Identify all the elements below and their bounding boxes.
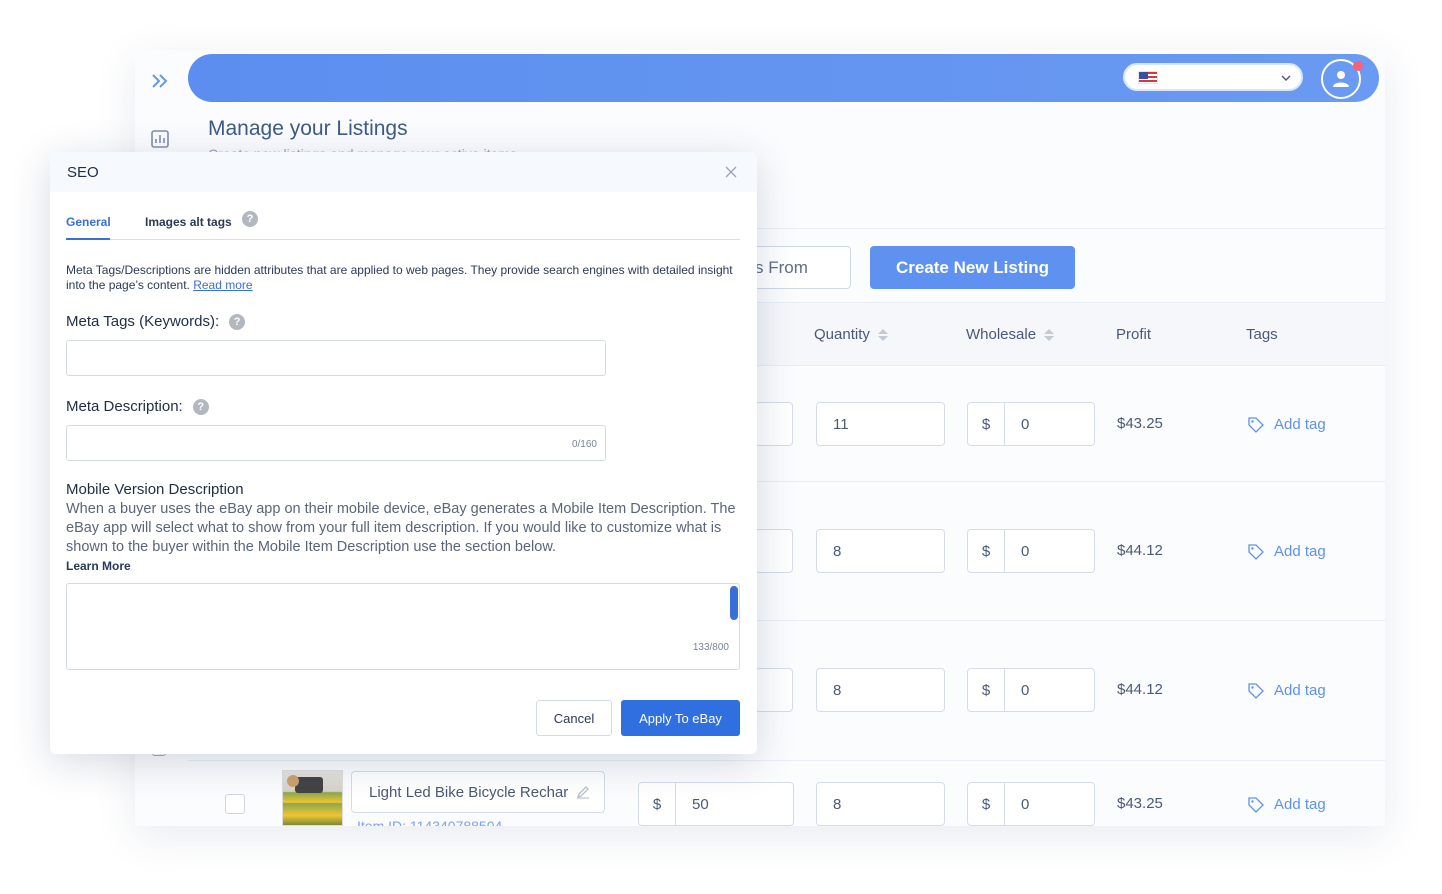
add-tag-button[interactable]: Add tag [1248, 682, 1326, 699]
page-title: Manage your Listings [208, 117, 408, 140]
wholesale-input[interactable]: $ 0 [967, 402, 1095, 446]
tag-icon [1248, 416, 1264, 433]
tag-icon [1248, 682, 1264, 699]
price-input[interactable] [755, 402, 793, 446]
tab-general[interactable]: General [66, 215, 111, 229]
wholesale-value: 0 [1021, 795, 1030, 813]
column-header-quantity[interactable]: Quantity [814, 326, 888, 343]
help-icon[interactable]: ? [192, 398, 209, 415]
wholesale-input[interactable]: $ 0 [967, 529, 1095, 573]
locale-select[interactable] [1123, 63, 1303, 91]
column-label: Wholesale [966, 326, 1037, 343]
price-input[interactable]: $ 50 [638, 782, 794, 826]
listing-title: Light Led Bike Bicycle Rechar [369, 783, 569, 801]
char-counter: 0/160 [571, 439, 597, 450]
mobile-description-textarea[interactable]: 133/800 [66, 583, 740, 670]
currency-symbol: $ [639, 783, 676, 825]
meta-tags-label-text: Meta Tags (Keywords): [66, 313, 220, 330]
currency-symbol: $ [968, 530, 1005, 572]
price-input[interactable] [755, 529, 793, 573]
wholesale-value: 0 [1021, 542, 1030, 560]
wholesale-input[interactable]: $ 0 [967, 668, 1095, 712]
column-header-profit: Profit [1116, 326, 1152, 343]
seo-intro: Meta Tags/Descriptions are hidden attrib… [66, 263, 736, 293]
mobile-version-description: When a buyer uses the eBay app on their … [66, 501, 736, 555]
double-chevron-right-icon[interactable] [149, 70, 171, 92]
wholesale-value: 0 [1021, 415, 1030, 433]
tab-images-alt-tags[interactable]: Images alt tags [145, 215, 232, 229]
pencil-icon[interactable] [576, 785, 590, 799]
add-tag-label: Add tag [1274, 796, 1326, 813]
active-tab-indicator [66, 238, 110, 240]
currency-symbol: $ [968, 783, 1005, 825]
meta-description-input[interactable]: 0/160 [66, 425, 606, 461]
product-thumbnail [282, 770, 343, 826]
meta-tags-label: Meta Tags (Keywords): ? [66, 313, 246, 330]
price-value: 50 [692, 795, 709, 813]
add-tag-button[interactable]: Add tag [1248, 416, 1326, 433]
wholesale-value: 0 [1021, 681, 1030, 699]
modal-tabs: General Images alt tags ? [66, 208, 740, 240]
seo-modal: SEO General Images alt tags ? Meta Tags/… [50, 152, 757, 754]
tag-icon [1248, 796, 1264, 813]
sort-icon [1044, 328, 1055, 341]
help-icon[interactable]: ? [242, 211, 258, 227]
modal-header: SEO [50, 152, 757, 192]
column-label: Quantity [814, 326, 870, 343]
quantity-input[interactable]: 11 [816, 402, 945, 446]
meta-description-label: Meta Description: ? [66, 398, 209, 415]
profit-value: $43.25 [1117, 795, 1163, 812]
apply-to-ebay-button[interactable]: Apply To eBay [621, 700, 740, 736]
bar-chart-icon[interactable] [149, 128, 171, 150]
add-tag-button[interactable]: Add tag [1248, 543, 1326, 560]
profit-value: $44.12 [1117, 542, 1163, 559]
create-new-listing-button[interactable]: Create New Listing [870, 246, 1075, 289]
quantity-input[interactable]: 8 [816, 529, 945, 573]
profit-value: $44.12 [1117, 681, 1163, 698]
meta-description-label-text: Meta Description: [66, 398, 183, 415]
sort-icon [877, 328, 888, 341]
add-tag-label: Add tag [1274, 543, 1326, 560]
quantity-input[interactable]: 8 [816, 668, 945, 712]
currency-symbol: $ [968, 669, 1005, 711]
scrollbar[interactable] [730, 586, 738, 620]
column-header-tags: Tags [1246, 326, 1278, 343]
user-icon [1333, 71, 1349, 87]
us-flag-icon [1138, 70, 1158, 84]
wholesale-input[interactable]: $ 0 [967, 782, 1095, 826]
price-input[interactable] [755, 668, 793, 712]
cancel-button[interactable]: Cancel [536, 700, 612, 736]
char-counter: 133/800 [692, 642, 729, 653]
row-divider [188, 760, 1385, 761]
profit-value: $43.25 [1117, 415, 1163, 432]
currency-symbol: $ [968, 403, 1005, 445]
add-tag-label: Add tag [1274, 416, 1326, 433]
item-id[interactable]: Item ID: 114340788504 [357, 818, 502, 826]
learn-more-link[interactable]: Learn More [66, 559, 131, 573]
read-more-link[interactable]: Read more [193, 278, 252, 292]
add-tag-label: Add tag [1274, 682, 1326, 699]
meta-tags-input[interactable] [66, 340, 606, 376]
notification-dot [1353, 61, 1363, 71]
mobile-version-title: Mobile Version Description [66, 481, 244, 498]
quantity-input[interactable]: 8 [816, 782, 945, 826]
modal-title: SEO [67, 163, 99, 181]
column-header-wholesale[interactable]: Wholesale [966, 326, 1055, 343]
tag-icon [1248, 543, 1264, 560]
row-checkbox[interactable] [225, 794, 245, 814]
add-tag-button[interactable]: Add tag [1248, 796, 1326, 813]
chevron-down-icon [1281, 68, 1291, 86]
listing-title-input[interactable]: Light Led Bike Bicycle Rechar [351, 771, 605, 813]
close-icon[interactable] [724, 165, 738, 179]
help-icon[interactable]: ? [229, 313, 246, 330]
intro-text: Meta Tags/Descriptions are hidden attrib… [66, 263, 733, 292]
